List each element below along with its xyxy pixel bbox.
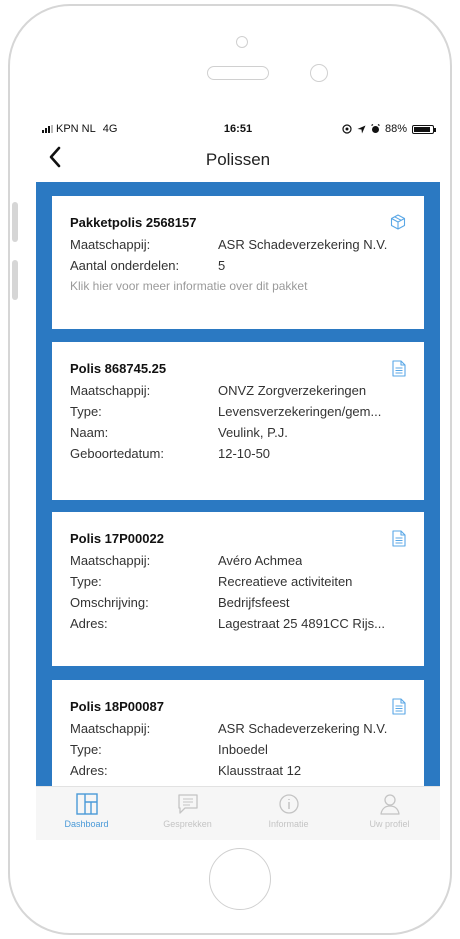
location-arrow-icon: [357, 125, 366, 133]
card-title: Pakketpolis 2568157: [70, 215, 197, 230]
row-value: Recreatieve activiteiten: [218, 574, 353, 589]
alarm-icon: [371, 124, 380, 133]
speaker-grille: [207, 66, 269, 80]
card-row: Type: Levensverzekeringen/gem...: [70, 401, 406, 422]
row-label: Maatschappij:: [70, 383, 151, 398]
page-title: Polissen: [205, 150, 271, 169]
status-bar: KPN NL 4G 16:51 88%: [36, 114, 440, 140]
side-button: [12, 202, 18, 242]
card-row: Omschrijving: Bedrijfsfeest: [70, 592, 406, 613]
info-icon: [278, 794, 299, 814]
card-row: Maatschappij: ASR Schadeverzekering N.V.: [70, 234, 406, 255]
chat-icon: [177, 794, 198, 814]
row-value: Inboedel: [218, 742, 268, 757]
row-label: Naam:: [70, 425, 109, 440]
row-value: Veulink, P.J.: [218, 425, 288, 440]
policy-card[interactable]: Pakketpolis 2568157 Maatschappij: ASR Sch…: [52, 196, 424, 329]
status-right: 88%: [342, 123, 436, 135]
battery-percent: 88%: [384, 123, 407, 135]
card-row: Naam: Veulink, P.J.: [70, 422, 406, 443]
package-icon: [390, 214, 406, 235]
row-value: 12-10-50: [218, 446, 271, 461]
row-label: Maatschappij:: [70, 237, 151, 252]
row-label: Maatschappij:: [70, 721, 151, 736]
row-label: Adres:: [70, 763, 108, 778]
row-label: Adres:: [70, 616, 108, 631]
policy-card[interactable]: Polis 868745.25 Maatschappij: ONVZ Zorgve…: [52, 342, 424, 500]
card-row: Type: Inboedel: [70, 739, 406, 760]
tab-label: Informatie: [268, 819, 309, 829]
document-icon: [392, 530, 406, 552]
tab-label: Gesprekken: [163, 819, 212, 829]
card-row: Maatschappij: Avéro Achmea: [70, 550, 406, 571]
row-label: Omschrijving:: [70, 595, 149, 610]
tab-uw-profiel[interactable]: Uw profiel: [339, 787, 440, 840]
row-value: Avéro Achmea: [218, 553, 303, 568]
row-value: ASR Schadeverzekering N.V.: [218, 237, 388, 252]
sensor-icon: [310, 64, 328, 82]
app-screen: KPN NL 4G 16:51 88% Polissen Pakketpolis…: [36, 114, 440, 840]
profile-icon: [379, 794, 400, 815]
policy-card[interactable]: Polis 18P00087 Maatschappij: ASR Schadeve…: [52, 680, 424, 786]
card-row: Maatschappij: ONVZ Zorgverzekeringen: [70, 380, 406, 401]
row-value: Klausstraat 12: [218, 763, 302, 778]
row-label: Type:: [70, 404, 102, 419]
row-value: 5: [218, 258, 226, 273]
document-icon: [392, 698, 406, 720]
more-info-link[interactable]: Klik hier voor meer informatie over dit …: [70, 276, 406, 297]
policy-list: Pakketpolis 2568157 Maatschappij: ASR Sch…: [36, 182, 440, 786]
tab-gesprekken[interactable]: Gesprekken: [137, 787, 238, 840]
tab-informatie[interactable]: Informatie: [238, 787, 339, 840]
location-lock-icon: [342, 124, 352, 134]
card-row: Adres: Lagestraat 25 4891CC Rijs...: [70, 613, 406, 634]
tab-bar: Dashboard Gesprekken Informatie Uw profi…: [36, 786, 440, 840]
battery-icon: [412, 124, 436, 134]
nav-bar: Polissen: [36, 140, 440, 182]
row-label: Type:: [70, 742, 102, 757]
row-value: Lagestraat 25 4891CC Rijs...: [218, 616, 385, 631]
card-title: Polis 868745.25: [70, 361, 167, 376]
home-button[interactable]: [209, 848, 271, 910]
card-row: Adres: Klausstraat 12: [70, 760, 406, 781]
row-value: Bedrijfsfeest: [218, 595, 290, 610]
tab-label: Dashboard: [64, 819, 109, 829]
tab-label: Uw profiel: [369, 819, 410, 829]
card-row: Type: Recreatieve activiteiten: [70, 571, 406, 592]
card-title: Polis 17P00022: [70, 531, 164, 546]
card-title: Polis 18P00087: [70, 699, 164, 714]
row-value: ASR Schadeverzekering N.V.: [218, 721, 388, 736]
row-value: Levensverzekeringen/gem...: [218, 404, 382, 419]
card-row: Maatschappij: ASR Schadeverzekering N.V.: [70, 718, 406, 739]
card-row: Geboortedatum: 12-10-50: [70, 443, 406, 464]
row-label: Maatschappij:: [70, 553, 151, 568]
dashboard-icon: [75, 793, 98, 815]
policy-card[interactable]: Polis 17P00022 Maatschappij: Avéro Achmea…: [52, 512, 424, 666]
side-button: [12, 260, 18, 300]
document-icon: [392, 360, 406, 382]
row-label: Type:: [70, 574, 102, 589]
row-label: Geboortedatum:: [70, 446, 164, 461]
card-row: Aantal onderdelen: 5: [70, 255, 406, 276]
row-value: ONVZ Zorgverzekeringen: [218, 383, 367, 398]
tab-dashboard[interactable]: Dashboard: [36, 787, 137, 840]
row-label: Aantal onderdelen:: [70, 258, 180, 273]
camera-icon: [236, 36, 248, 48]
